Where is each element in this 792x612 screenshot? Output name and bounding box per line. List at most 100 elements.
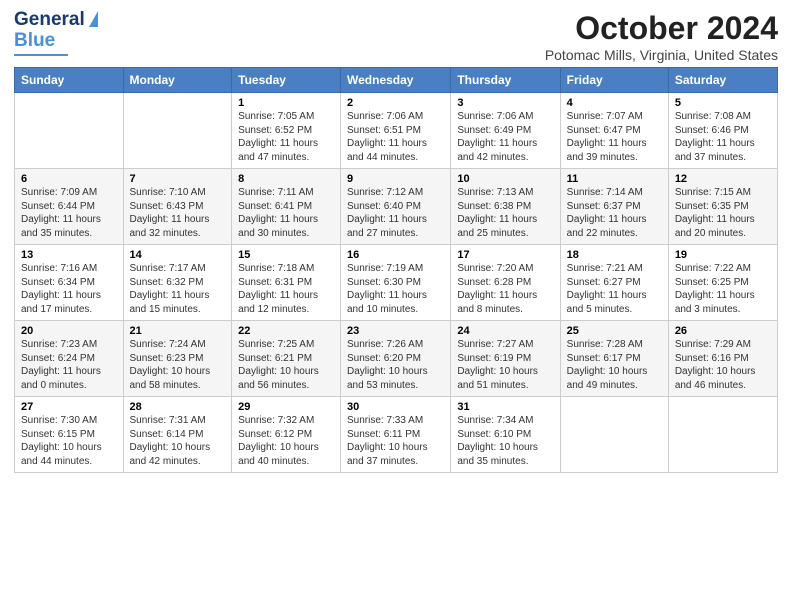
day-info: Sunrise: 7:28 AM Sunset: 6:17 PM Dayligh…	[567, 338, 662, 392]
calendar-cell: 31Sunrise: 7:34 AM Sunset: 6:10 PM Dayli…	[451, 397, 560, 473]
day-number: 23	[347, 325, 444, 337]
day-number: 12	[675, 173, 771, 185]
day-info: Sunrise: 7:06 AM Sunset: 6:51 PM Dayligh…	[347, 110, 444, 164]
calendar-cell: 17Sunrise: 7:20 AM Sunset: 6:28 PM Dayli…	[451, 245, 560, 321]
day-number: 25	[567, 325, 662, 337]
calendar-cell: 27Sunrise: 7:30 AM Sunset: 6:15 PM Dayli…	[15, 397, 124, 473]
day-info: Sunrise: 7:08 AM Sunset: 6:46 PM Dayligh…	[675, 110, 771, 164]
col-header-monday: Monday	[123, 68, 232, 93]
calendar-title: October 2024	[545, 10, 778, 47]
calendar-subtitle: Potomac Mills, Virginia, United States	[545, 47, 778, 63]
day-info: Sunrise: 7:10 AM Sunset: 6:43 PM Dayligh…	[130, 186, 226, 240]
day-info: Sunrise: 7:07 AM Sunset: 6:47 PM Dayligh…	[567, 110, 662, 164]
calendar-cell: 8Sunrise: 7:11 AM Sunset: 6:41 PM Daylig…	[232, 169, 341, 245]
day-number: 18	[567, 249, 662, 261]
col-header-thursday: Thursday	[451, 68, 560, 93]
day-info: Sunrise: 7:27 AM Sunset: 6:19 PM Dayligh…	[457, 338, 553, 392]
day-number: 24	[457, 325, 553, 337]
day-info: Sunrise: 7:20 AM Sunset: 6:28 PM Dayligh…	[457, 262, 553, 316]
col-header-sunday: Sunday	[15, 68, 124, 93]
day-info: Sunrise: 7:18 AM Sunset: 6:31 PM Dayligh…	[238, 262, 334, 316]
col-header-saturday: Saturday	[668, 68, 777, 93]
day-number: 10	[457, 173, 553, 185]
calendar-cell: 13Sunrise: 7:16 AM Sunset: 6:34 PM Dayli…	[15, 245, 124, 321]
calendar-cell: 21Sunrise: 7:24 AM Sunset: 6:23 PM Dayli…	[123, 321, 232, 397]
day-number: 31	[457, 401, 553, 413]
logo-underline	[14, 54, 68, 56]
calendar-cell: 15Sunrise: 7:18 AM Sunset: 6:31 PM Dayli…	[232, 245, 341, 321]
day-number: 3	[457, 97, 553, 109]
calendar-container: General Blue October 2024 Potomac Mills,…	[0, 0, 792, 481]
calendar-cell: 19Sunrise: 7:22 AM Sunset: 6:25 PM Dayli…	[668, 245, 777, 321]
calendar-cell	[123, 93, 232, 169]
day-info: Sunrise: 7:33 AM Sunset: 6:11 PM Dayligh…	[347, 414, 444, 468]
calendar-cell: 22Sunrise: 7:25 AM Sunset: 6:21 PM Dayli…	[232, 321, 341, 397]
calendar-cell: 5Sunrise: 7:08 AM Sunset: 6:46 PM Daylig…	[668, 93, 777, 169]
day-info: Sunrise: 7:16 AM Sunset: 6:34 PM Dayligh…	[21, 262, 117, 316]
day-info: Sunrise: 7:17 AM Sunset: 6:32 PM Dayligh…	[130, 262, 226, 316]
day-info: Sunrise: 7:05 AM Sunset: 6:52 PM Dayligh…	[238, 110, 334, 164]
day-number: 27	[21, 401, 117, 413]
day-number: 15	[238, 249, 334, 261]
day-info: Sunrise: 7:13 AM Sunset: 6:38 PM Dayligh…	[457, 186, 553, 240]
day-info: Sunrise: 7:12 AM Sunset: 6:40 PM Dayligh…	[347, 186, 444, 240]
day-info: Sunrise: 7:29 AM Sunset: 6:16 PM Dayligh…	[675, 338, 771, 392]
day-number: 30	[347, 401, 444, 413]
calendar-cell: 18Sunrise: 7:21 AM Sunset: 6:27 PM Dayli…	[560, 245, 668, 321]
day-info: Sunrise: 7:24 AM Sunset: 6:23 PM Dayligh…	[130, 338, 226, 392]
day-number: 26	[675, 325, 771, 337]
day-number: 19	[675, 249, 771, 261]
day-info: Sunrise: 7:34 AM Sunset: 6:10 PM Dayligh…	[457, 414, 553, 468]
day-number: 29	[238, 401, 334, 413]
day-number: 20	[21, 325, 117, 337]
day-number: 13	[21, 249, 117, 261]
calendar-cell: 29Sunrise: 7:32 AM Sunset: 6:12 PM Dayli…	[232, 397, 341, 473]
header: General Blue October 2024 Potomac Mills,…	[14, 10, 778, 63]
calendar-cell	[668, 397, 777, 473]
day-info: Sunrise: 7:22 AM Sunset: 6:25 PM Dayligh…	[675, 262, 771, 316]
calendar-cell: 25Sunrise: 7:28 AM Sunset: 6:17 PM Dayli…	[560, 321, 668, 397]
day-info: Sunrise: 7:26 AM Sunset: 6:20 PM Dayligh…	[347, 338, 444, 392]
week-row-1: 1Sunrise: 7:05 AM Sunset: 6:52 PM Daylig…	[15, 93, 778, 169]
day-number: 21	[130, 325, 226, 337]
day-info: Sunrise: 7:25 AM Sunset: 6:21 PM Dayligh…	[238, 338, 334, 392]
logo: General Blue	[14, 10, 98, 56]
day-number: 9	[347, 173, 444, 185]
calendar-cell: 23Sunrise: 7:26 AM Sunset: 6:20 PM Dayli…	[341, 321, 451, 397]
calendar-cell: 24Sunrise: 7:27 AM Sunset: 6:19 PM Dayli…	[451, 321, 560, 397]
col-header-wednesday: Wednesday	[341, 68, 451, 93]
week-row-2: 6Sunrise: 7:09 AM Sunset: 6:44 PM Daylig…	[15, 169, 778, 245]
calendar-cell: 6Sunrise: 7:09 AM Sunset: 6:44 PM Daylig…	[15, 169, 124, 245]
calendar-cell: 16Sunrise: 7:19 AM Sunset: 6:30 PM Dayli…	[341, 245, 451, 321]
week-row-5: 27Sunrise: 7:30 AM Sunset: 6:15 PM Dayli…	[15, 397, 778, 473]
header-row: SundayMondayTuesdayWednesdayThursdayFrid…	[15, 68, 778, 93]
day-number: 11	[567, 173, 662, 185]
title-block: October 2024 Potomac Mills, Virginia, Un…	[545, 10, 778, 63]
logo-triangle-icon	[89, 11, 98, 27]
col-header-tuesday: Tuesday	[232, 68, 341, 93]
day-number: 17	[457, 249, 553, 261]
day-number: 8	[238, 173, 334, 185]
calendar-cell: 7Sunrise: 7:10 AM Sunset: 6:43 PM Daylig…	[123, 169, 232, 245]
day-info: Sunrise: 7:15 AM Sunset: 6:35 PM Dayligh…	[675, 186, 771, 240]
day-info: Sunrise: 7:31 AM Sunset: 6:14 PM Dayligh…	[130, 414, 226, 468]
calendar-cell: 26Sunrise: 7:29 AM Sunset: 6:16 PM Dayli…	[668, 321, 777, 397]
day-info: Sunrise: 7:23 AM Sunset: 6:24 PM Dayligh…	[21, 338, 117, 392]
calendar-cell: 2Sunrise: 7:06 AM Sunset: 6:51 PM Daylig…	[341, 93, 451, 169]
day-number: 6	[21, 173, 117, 185]
calendar-cell: 11Sunrise: 7:14 AM Sunset: 6:37 PM Dayli…	[560, 169, 668, 245]
calendar-cell: 10Sunrise: 7:13 AM Sunset: 6:38 PM Dayli…	[451, 169, 560, 245]
day-info: Sunrise: 7:19 AM Sunset: 6:30 PM Dayligh…	[347, 262, 444, 316]
day-info: Sunrise: 7:09 AM Sunset: 6:44 PM Dayligh…	[21, 186, 117, 240]
day-number: 5	[675, 97, 771, 109]
day-info: Sunrise: 7:21 AM Sunset: 6:27 PM Dayligh…	[567, 262, 662, 316]
calendar-cell: 30Sunrise: 7:33 AM Sunset: 6:11 PM Dayli…	[341, 397, 451, 473]
day-number: 22	[238, 325, 334, 337]
logo-blue-text: Blue	[14, 31, 55, 52]
day-number: 1	[238, 97, 334, 109]
day-info: Sunrise: 7:14 AM Sunset: 6:37 PM Dayligh…	[567, 186, 662, 240]
day-info: Sunrise: 7:11 AM Sunset: 6:41 PM Dayligh…	[238, 186, 334, 240]
calendar-cell: 20Sunrise: 7:23 AM Sunset: 6:24 PM Dayli…	[15, 321, 124, 397]
day-number: 2	[347, 97, 444, 109]
calendar-cell: 9Sunrise: 7:12 AM Sunset: 6:40 PM Daylig…	[341, 169, 451, 245]
